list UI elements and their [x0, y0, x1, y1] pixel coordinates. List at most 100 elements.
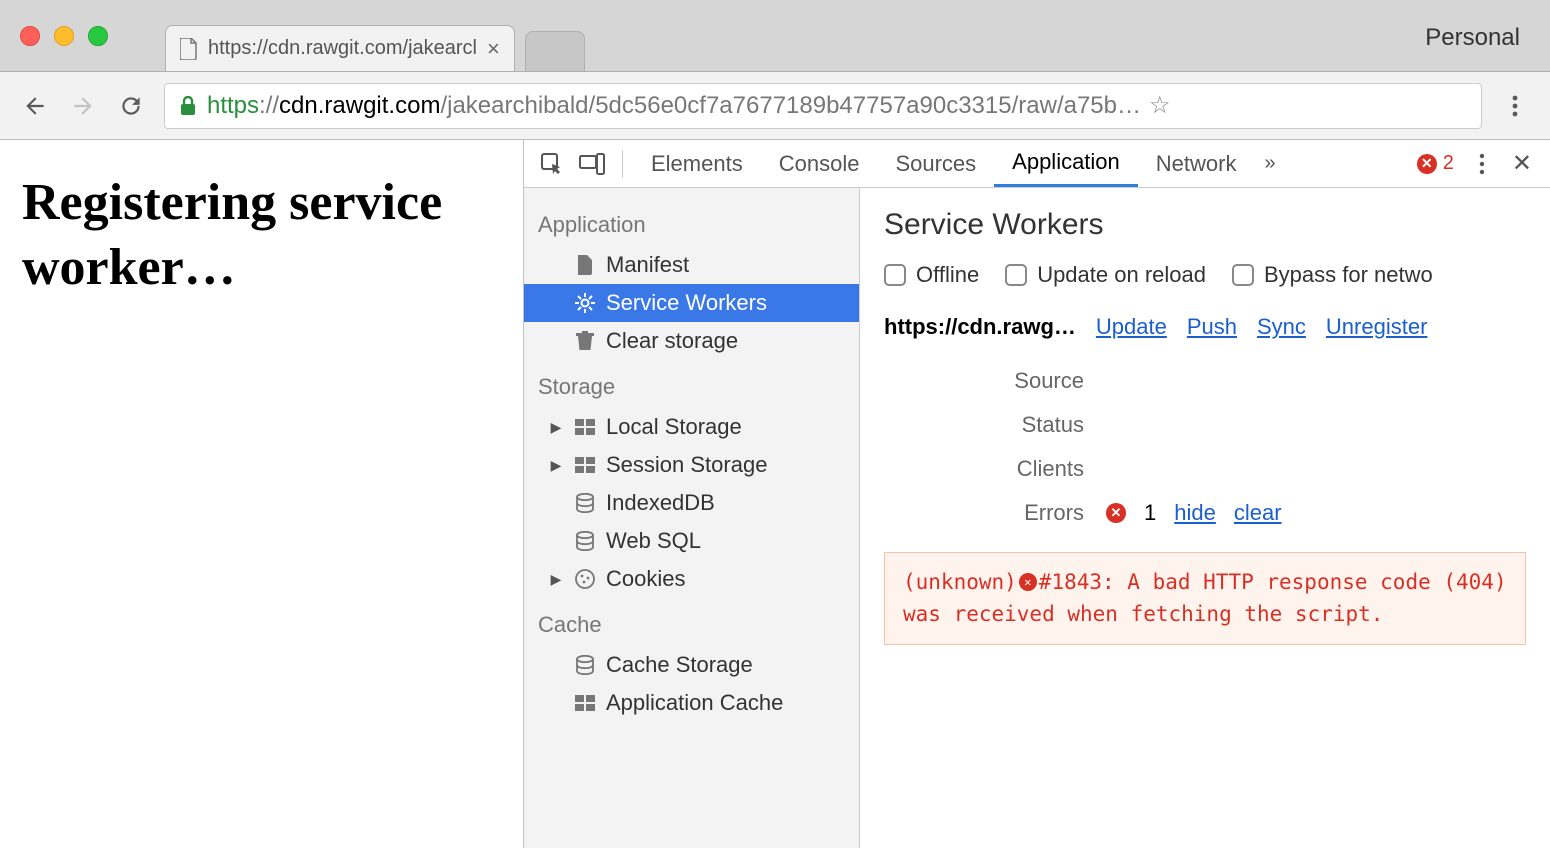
url-path: /jakearchibald/5dc56e0cf7a7677189b47757a…	[440, 92, 1141, 119]
gear-icon	[574, 292, 596, 314]
checkbox-icon	[884, 264, 906, 286]
sidebar-item-label: Cookies	[606, 566, 685, 592]
browser-menu-button[interactable]	[1500, 91, 1530, 121]
sidebar-item-label: Local Storage	[606, 414, 742, 440]
database-icon	[574, 492, 596, 514]
label-status: Status	[884, 412, 1084, 438]
document-icon	[574, 254, 596, 276]
devtools-tab-elements[interactable]: Elements	[633, 140, 761, 187]
errors-hide-link[interactable]: hide	[1174, 500, 1216, 526]
sidebar-item-clear-storage[interactable]: Clear storage	[524, 322, 859, 360]
disclosure-triangle-icon[interactable]: ▶	[548, 419, 564, 436]
sidebar-item-service-workers[interactable]: Service Workers	[524, 284, 859, 322]
trash-icon	[574, 330, 596, 352]
errors-count: 1	[1144, 500, 1156, 526]
sidebar-item-websql[interactable]: Web SQL	[524, 522, 859, 560]
bypass-for-network-checkbox[interactable]: Bypass for netwo	[1232, 262, 1433, 288]
window-controls	[20, 26, 108, 46]
error-icon: ✕	[1106, 503, 1126, 523]
error-icon: ✕	[1019, 573, 1037, 591]
sidebar-item-label: IndexedDB	[606, 490, 715, 516]
window-close-button[interactable]	[20, 26, 40, 46]
disclosure-triangle-icon[interactable]: ▶	[548, 571, 564, 588]
sidebar-item-cache-storage[interactable]: Cache Storage	[524, 646, 859, 684]
window-zoom-button[interactable]	[88, 26, 108, 46]
new-tab-button[interactable]	[525, 31, 585, 71]
sidebar-item-cookies[interactable]: ▶ Cookies	[524, 560, 859, 598]
sidebar-item-label: Clear storage	[606, 328, 738, 354]
error-source: (unknown)	[903, 570, 1017, 594]
checkbox-label: Update on reload	[1037, 262, 1206, 288]
row-source: Source	[884, 368, 1526, 394]
label-source: Source	[884, 368, 1084, 394]
sidebar-item-local-storage[interactable]: ▶ Local Storage	[524, 408, 859, 446]
devtools-tab-network[interactable]: Network	[1138, 140, 1255, 187]
devtools-sidebar: Application Manifest Service Workers Cle…	[524, 188, 860, 848]
sidebar-item-application-cache[interactable]: Application Cache	[524, 684, 859, 722]
checkbox-icon	[1232, 264, 1254, 286]
update-link[interactable]: Update	[1096, 314, 1167, 340]
url-text: https://cdn.rawgit.com/jakearchibald/5dc…	[207, 92, 1141, 120]
sidebar-item-label: Service Workers	[606, 290, 767, 316]
forward-button[interactable]	[68, 91, 98, 121]
database-icon	[574, 654, 596, 676]
database-icon	[574, 530, 596, 552]
separator	[622, 150, 623, 178]
sidebar-group-cache: Cache	[524, 598, 859, 646]
devtools-menu-button[interactable]	[1462, 144, 1502, 184]
bookmark-star-icon[interactable]: ☆	[1149, 91, 1171, 120]
table-icon	[574, 416, 596, 438]
checkbox-icon	[1005, 264, 1027, 286]
tab-bar: https://cdn.rawgit.com/jakearcl ×	[165, 0, 585, 71]
errors-clear-link[interactable]: clear	[1234, 500, 1282, 526]
browser-tab-strip: https://cdn.rawgit.com/jakearcl × Person…	[0, 0, 1550, 72]
sidebar-item-label: Application Cache	[606, 690, 783, 716]
label-errors: Errors	[884, 500, 1084, 526]
url-host: cdn.rawgit.com	[279, 92, 440, 119]
devtools-tab-application[interactable]: Application	[994, 140, 1138, 187]
profile-label[interactable]: Personal	[1425, 24, 1520, 52]
sidebar-group-application: Application	[524, 198, 859, 246]
devtools-tab-sources[interactable]: Sources	[877, 140, 994, 187]
error-count-badge[interactable]: ✕ 2	[1409, 152, 1462, 175]
devtools-close-button[interactable]: ✕	[1502, 149, 1542, 178]
error-message-box: (unknown)✕#1843: A bad HTTP response cod…	[884, 552, 1526, 645]
address-bar[interactable]: https://cdn.rawgit.com/jakearchibald/5dc…	[164, 83, 1482, 129]
row-errors: Errors ✕ 1 hide clear	[884, 500, 1526, 526]
checkbox-label: Bypass for netwo	[1264, 262, 1433, 288]
panel-title: Service Workers	[884, 208, 1526, 242]
tab-title: https://cdn.rawgit.com/jakearcl	[208, 37, 477, 60]
reload-button[interactable]	[116, 91, 146, 121]
sidebar-item-manifest[interactable]: Manifest	[524, 246, 859, 284]
device-toolbar-icon[interactable]	[572, 144, 612, 184]
back-button[interactable]	[20, 91, 50, 121]
tab-close-button[interactable]: ×	[487, 36, 500, 62]
inspect-element-icon[interactable]	[532, 144, 572, 184]
sync-link[interactable]: Sync	[1257, 314, 1306, 340]
sidebar-item-label: Web SQL	[606, 528, 701, 554]
push-link[interactable]: Push	[1187, 314, 1237, 340]
label-clients: Clients	[884, 456, 1084, 482]
sidebar-item-session-storage[interactable]: ▶ Session Storage	[524, 446, 859, 484]
lock-icon	[179, 96, 197, 116]
checkbox-label: Offline	[916, 262, 979, 288]
row-status: Status	[884, 412, 1526, 438]
devtools: Elements Console Sources Application Net…	[523, 140, 1550, 848]
offline-checkbox[interactable]: Offline	[884, 262, 979, 288]
devtools-tab-console[interactable]: Console	[761, 140, 878, 187]
sidebar-item-label: Cache Storage	[606, 652, 753, 678]
devtools-tab-overflow[interactable]: »	[1254, 152, 1285, 175]
update-on-reload-checkbox[interactable]: Update on reload	[1005, 262, 1206, 288]
panel-options-row: Offline Update on reload Bypass for netw…	[884, 262, 1526, 288]
error-count: 2	[1443, 152, 1454, 175]
disclosure-triangle-icon[interactable]: ▶	[548, 457, 564, 474]
table-icon	[574, 454, 596, 476]
window-minimize-button[interactable]	[54, 26, 74, 46]
main-area: Registering service worker… Elements Con…	[0, 140, 1550, 848]
devtools-panel: Service Workers Offline Update on reload…	[860, 188, 1550, 848]
sidebar-item-indexeddb[interactable]: IndexedDB	[524, 484, 859, 522]
browser-tab-active[interactable]: https://cdn.rawgit.com/jakearcl ×	[165, 25, 515, 71]
devtools-tabbar: Elements Console Sources Application Net…	[524, 140, 1550, 188]
row-clients: Clients	[884, 456, 1526, 482]
unregister-link[interactable]: Unregister	[1326, 314, 1427, 340]
